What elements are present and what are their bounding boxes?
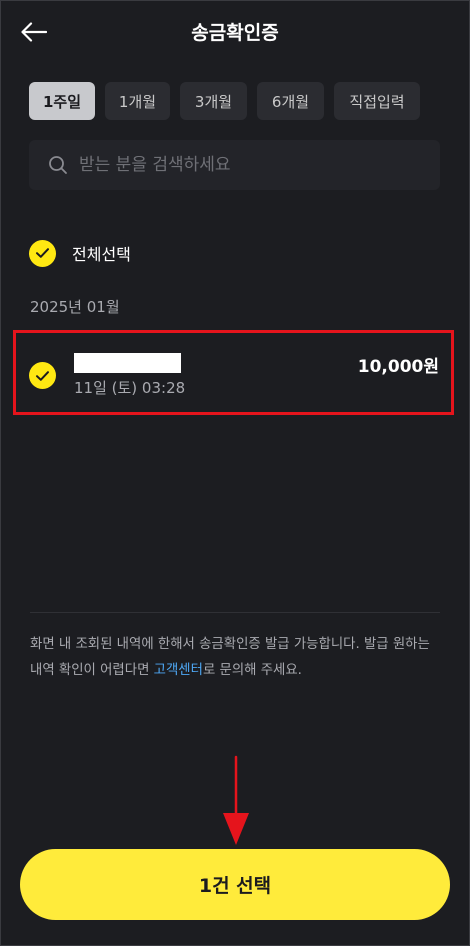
- checkmark-icon: [29, 239, 56, 267]
- top-bar: 송금확인증: [0, 0, 470, 64]
- period-chip-custom[interactable]: 직접입력: [334, 82, 420, 120]
- period-chip-6month[interactable]: 6개월: [257, 82, 324, 120]
- search-box[interactable]: [29, 140, 440, 190]
- arrow-down-icon: [223, 755, 249, 845]
- period-chip-3month[interactable]: 3개월: [180, 82, 247, 120]
- month-header: 2025년 01월: [30, 298, 120, 316]
- search-icon: [47, 154, 69, 176]
- period-filter: 1주일 1개월 3개월 6개월 직접입력: [29, 82, 430, 120]
- notice-text: 화면 내 조회된 내역에 한해서 송금확인증 발급 가능합니다. 발급 원하는 …: [30, 632, 442, 684]
- period-chip-1week[interactable]: 1주일: [29, 82, 95, 120]
- select-all-label: 전체선택: [72, 245, 131, 264]
- notice-text-after: 로 문의해 주세요.: [202, 663, 302, 678]
- transaction-row[interactable]: 11일 (토) 03:28 10,000원: [17, 334, 450, 411]
- search-input[interactable]: [77, 154, 440, 176]
- page-title: 송금확인증: [191, 22, 279, 44]
- divider: [30, 612, 440, 613]
- transaction-date: 11일 (토) 03:28: [74, 379, 186, 397]
- period-chip-1month[interactable]: 1개월: [105, 82, 170, 120]
- transaction-amount: 10,000원: [357, 357, 439, 377]
- customer-center-link[interactable]: 고객센터: [154, 663, 203, 678]
- confirm-selection-button[interactable]: 1건 선택: [20, 849, 450, 920]
- checkmark-icon: [29, 362, 56, 389]
- recipient-name-redacted: [74, 353, 181, 373]
- select-all-toggle[interactable]: 전체선택: [29, 238, 131, 268]
